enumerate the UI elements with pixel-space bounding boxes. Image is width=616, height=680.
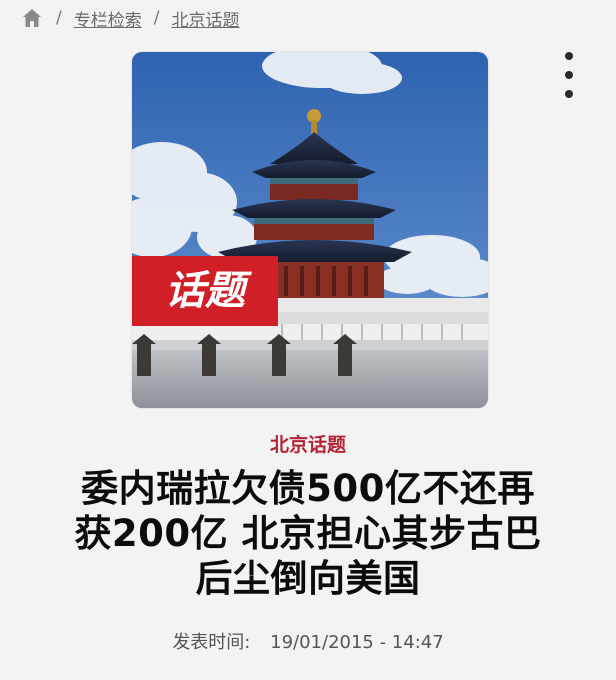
dot [565, 52, 573, 60]
home-icon[interactable] [22, 8, 42, 28]
hero-banner-text: 话题 [165, 267, 252, 314]
breadcrumb-separator: / [56, 8, 62, 28]
temple-of-heaven-photo: 话题 [132, 52, 488, 408]
breadcrumb: / 专栏检索 / 北京话题 [22, 4, 239, 32]
publish-time: 19/01/2015 - 14:47 [270, 632, 444, 653]
breadcrumb-link-column-search[interactable]: 专栏检索 [74, 6, 142, 31]
article-page: / 专栏检索 / 北京话题 话题 北京话题 委内瑞拉欠债500亿不还再 获200… [0, 0, 616, 680]
article-category-link[interactable]: 北京话题 [0, 430, 616, 457]
article-title-line: 委内瑞拉欠债500亿不还再 [81, 467, 535, 510]
dot [565, 90, 573, 98]
article-title[interactable]: 委内瑞拉欠债500亿不还再 获200亿 北京担心其步古巴 后尘倒向美国 [30, 466, 586, 601]
vertical-ellipsis-icon[interactable] [560, 50, 578, 100]
publish-meta: 发表时间: 19/01/2015 - 14:47 [0, 628, 616, 654]
hero-image[interactable]: 话题 [132, 52, 488, 408]
publish-label: 发表时间: [172, 632, 251, 653]
article-title-line: 后尘倒向美国 [195, 557, 421, 600]
breadcrumb-link-beijing-topics[interactable]: 北京话题 [171, 6, 239, 31]
breadcrumb-separator: / [153, 8, 160, 28]
dot [565, 71, 573, 79]
article-title-line: 获200亿 北京担心其步古巴 [74, 512, 542, 555]
